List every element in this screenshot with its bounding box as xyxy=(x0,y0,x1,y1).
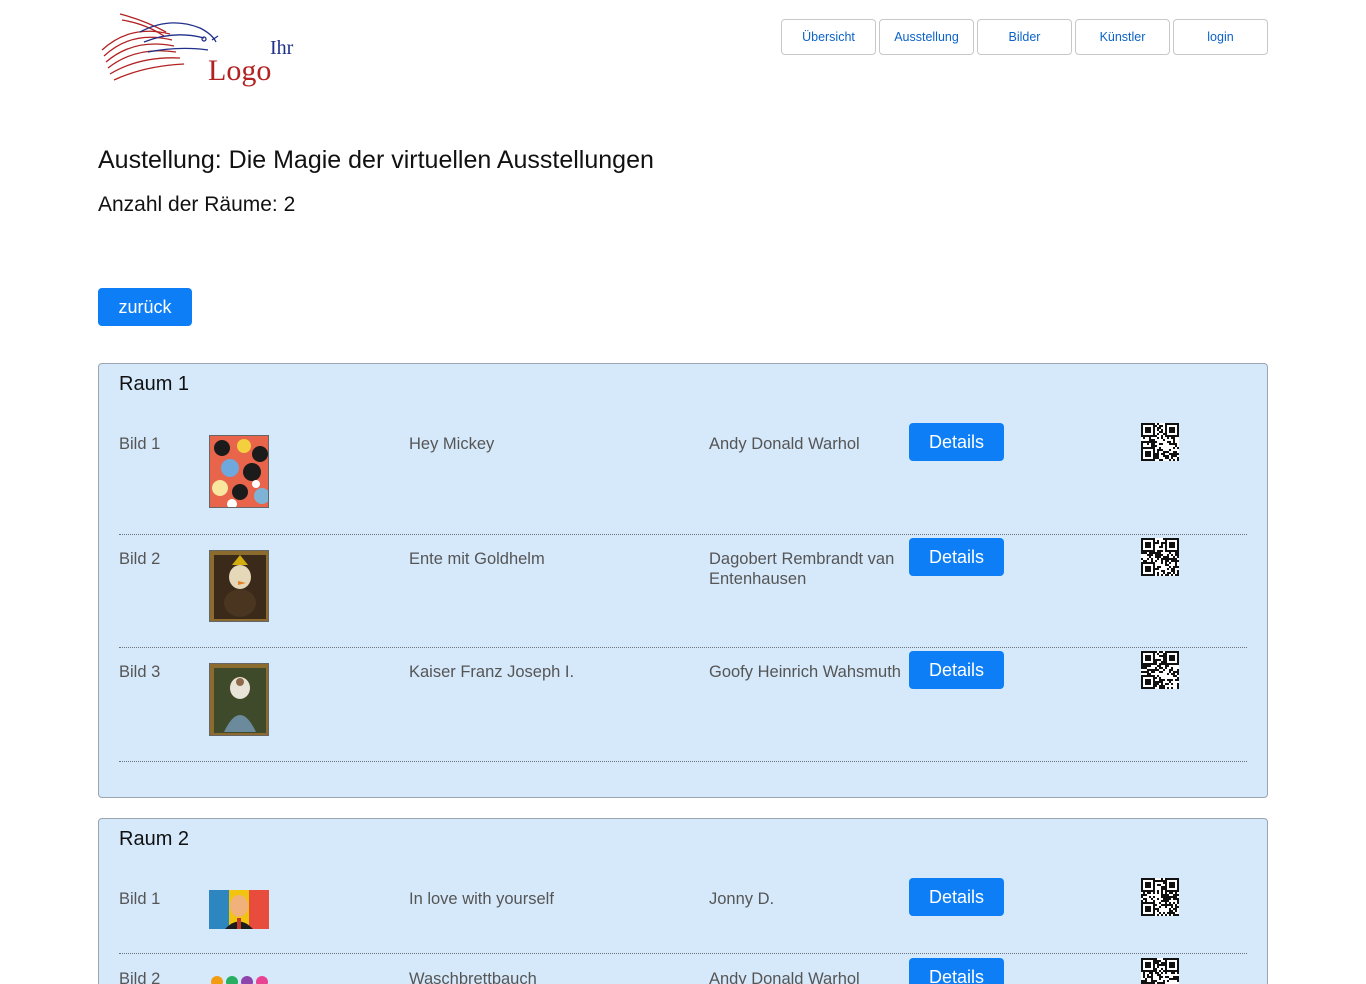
picture-row: Bild 2 Ente mit Goldhelm Dagobert Rembra… xyxy=(119,538,1247,648)
picture-thumbnail[interactable] xyxy=(209,663,269,736)
nav-login-button[interactable]: login xyxy=(1173,19,1268,55)
qr-code-icon[interactable] xyxy=(1141,651,1179,689)
details-button[interactable]: Details xyxy=(909,423,1004,461)
site-logo[interactable]: Logo Ihr xyxy=(100,12,305,87)
nav-exhibition-button[interactable]: Ausstellung xyxy=(879,19,974,55)
page-title: Austellung: Die Magie der virtuellen Aus… xyxy=(98,146,654,174)
picture-label: Bild 2 xyxy=(119,970,161,984)
qr-code-icon[interactable] xyxy=(1141,538,1179,576)
picture-artist: Jonny D. xyxy=(709,890,775,908)
mickey-collage-thumbnail xyxy=(209,435,269,508)
picture-title: Waschbrettbauch xyxy=(409,970,537,984)
picture-row: Bild 2 Waschbrettbauch Andy Donald Warho… xyxy=(119,958,1247,984)
svg-text:Ihr: Ihr xyxy=(270,37,294,59)
back-button[interactable]: zurück xyxy=(98,288,192,326)
picture-artist: Andy Donald Warhol xyxy=(709,970,860,984)
picture-title: Kaiser Franz Joseph I. xyxy=(409,663,575,681)
picture-thumbnail[interactable] xyxy=(209,435,269,508)
picture-title: In love with yourself xyxy=(409,890,554,908)
picture-label: Bild 2 xyxy=(119,550,161,568)
picture-artist: Goofy Heinrich Wahsmuth xyxy=(709,663,901,681)
picture-title: Hey Mickey xyxy=(409,435,495,453)
nav-overview-button[interactable]: Übersicht xyxy=(781,19,876,55)
picture-thumbnail[interactable] xyxy=(209,890,269,929)
emperor-portrait-thumbnail xyxy=(209,663,269,736)
duck-portrait-thumbnail xyxy=(209,550,269,622)
rooms-count: Anzahl der Räume: 2 xyxy=(98,193,296,216)
qr-code-icon[interactable] xyxy=(1141,423,1179,461)
dove-logo-icon: Logo Ihr xyxy=(101,13,294,87)
room-title: Raum 1 xyxy=(119,373,190,395)
details-button[interactable]: Details xyxy=(909,958,1004,984)
picture-label: Bild 3 xyxy=(119,663,161,681)
nav-pictures-button[interactable]: Bilder xyxy=(977,19,1072,55)
details-button[interactable]: Details xyxy=(909,538,1004,576)
svg-text:Logo: Logo xyxy=(208,54,271,87)
top-navigation: Übersicht Ausstellung Bilder Künstler lo… xyxy=(781,19,1268,55)
popart-figures-thumbnail xyxy=(211,976,268,984)
room-card: Raum 1 Bild 1 Hey Mickey Andy Donald War… xyxy=(98,363,1268,798)
picture-thumbnail[interactable] xyxy=(209,550,269,622)
picture-label: Bild 1 xyxy=(119,435,161,453)
qr-code-icon[interactable] xyxy=(1141,958,1179,984)
picture-artist: Andy Donald Warhol xyxy=(709,435,860,453)
picture-label: Bild 1 xyxy=(119,890,161,908)
picture-row: Bild 1 In love with yourself Jonny D. De… xyxy=(119,878,1247,954)
picture-row: Bild 1 Hey Mickey Andy Donald Warhol Det… xyxy=(119,423,1247,535)
picture-thumbnail[interactable] xyxy=(209,970,269,984)
room-card: Raum 2 Bild 1 In love with yourself Jonn… xyxy=(98,818,1268,984)
picture-title: Ente mit Goldhelm xyxy=(409,550,545,568)
details-button[interactable]: Details xyxy=(909,651,1004,689)
nav-artists-button[interactable]: Künstler xyxy=(1075,19,1170,55)
room-title: Raum 2 xyxy=(119,828,190,850)
picture-artist: Dagobert Rembrandt van Entenhausen xyxy=(709,550,895,588)
qr-code-icon[interactable] xyxy=(1141,878,1179,916)
popart-portrait-thumbnail xyxy=(209,890,269,929)
picture-row: Bild 3 Kaiser Franz Joseph I. Goofy Hein… xyxy=(119,651,1247,762)
details-button[interactable]: Details xyxy=(909,878,1004,916)
